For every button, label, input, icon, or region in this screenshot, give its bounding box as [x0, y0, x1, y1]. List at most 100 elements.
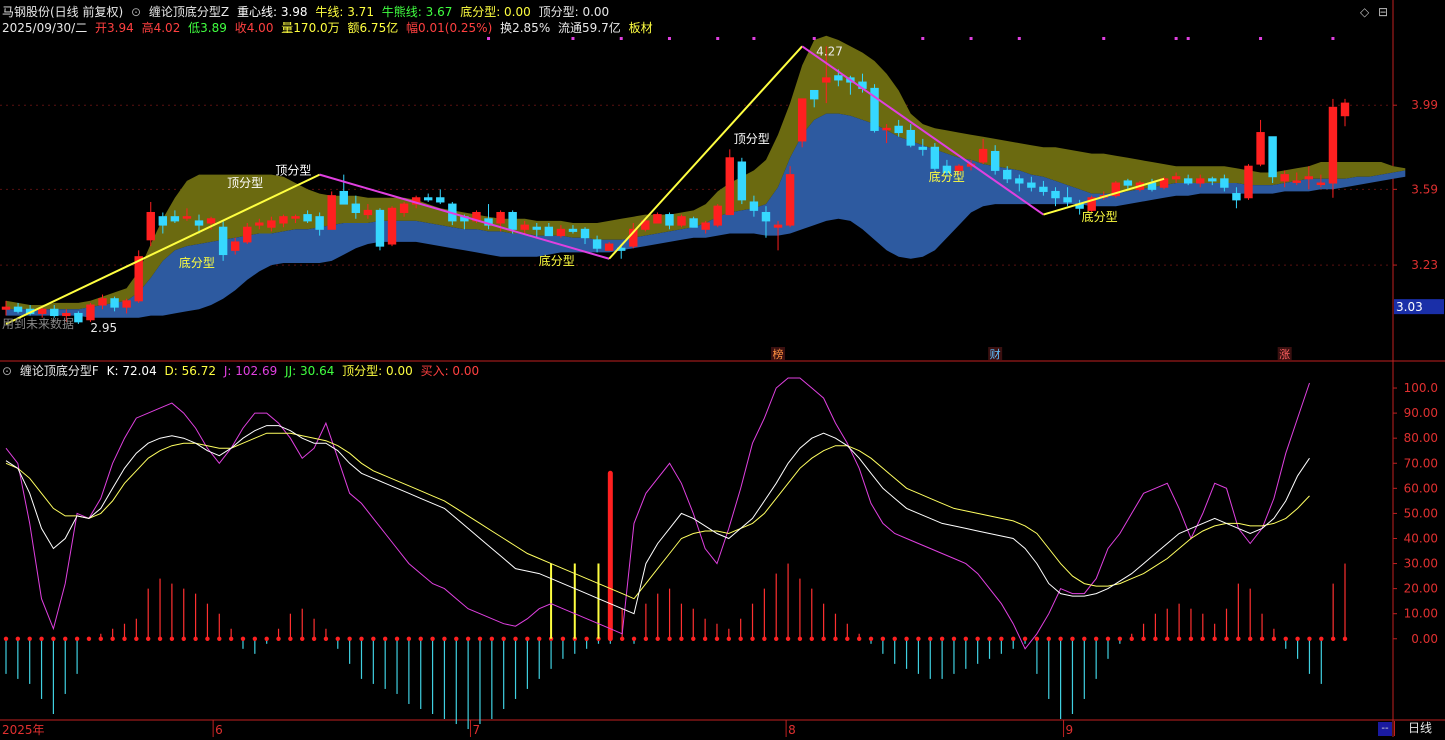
- zero-line-dot: [1224, 636, 1229, 641]
- candle-body: [98, 298, 107, 306]
- candle-body: [1340, 102, 1350, 117]
- collapse-icon[interactable]: ⊟: [1378, 5, 1388, 19]
- zero-line-dot: [513, 636, 518, 641]
- zero-line-dot: [86, 636, 92, 641]
- candle-body: [1328, 106, 1338, 184]
- candle-body: [182, 216, 192, 219]
- candle-body: [665, 214, 674, 226]
- quote-open: 开3.94: [95, 21, 134, 35]
- top-fractal-label: 顶分型: [227, 176, 263, 190]
- candle-body: [1003, 169, 1012, 180]
- candle-body: [568, 228, 578, 232]
- sub-axis-label: 0.00: [1411, 632, 1438, 646]
- candle-body: [1039, 186, 1048, 192]
- quote-volume: 量170.0万: [281, 21, 340, 35]
- quote-date: 2025/09/30/二: [2, 21, 88, 35]
- candle-body: [146, 211, 155, 241]
- candle-body: [1232, 193, 1241, 201]
- zero-line-dot: [560, 636, 566, 641]
- candle-body: [1208, 178, 1217, 182]
- zero-line-dot: [51, 636, 56, 641]
- event-marker: 榜: [773, 347, 784, 361]
- signal-dot: [921, 37, 925, 40]
- zero-line-dot: [1034, 636, 1040, 641]
- zero-line-dot: [833, 636, 838, 641]
- event-marker: 财: [990, 347, 1001, 361]
- zero-line-dot: [1046, 636, 1051, 641]
- zero-line-dot: [1153, 636, 1158, 641]
- top-fractal-value: 顶分型: 0.00: [538, 5, 610, 19]
- time-axis-label: 7: [472, 723, 480, 737]
- candle-body: [544, 226, 554, 237]
- sub-axis-label: 100.0: [1404, 381, 1438, 395]
- indicator-menu-icon[interactable]: ⊙: [131, 5, 141, 19]
- price-axis-label: 3.23: [1411, 258, 1438, 272]
- zero-line-dot: [418, 636, 423, 641]
- sub-axis-label: 50.00: [1404, 506, 1438, 520]
- zero-line-dot: [975, 636, 980, 641]
- candle-body: [267, 220, 276, 228]
- candle-body: [375, 209, 385, 247]
- zero-line-dot: [951, 636, 957, 641]
- zero-line-dot: [631, 636, 637, 641]
- candle-body: [834, 75, 843, 81]
- d-value: D: 56.72: [164, 364, 216, 378]
- sub-indicator-name[interactable]: 缠论顶底分型F: [20, 364, 99, 378]
- sub-indicator-menu-icon[interactable]: ⊙: [2, 364, 12, 378]
- zero-line-dot: [1200, 636, 1206, 641]
- zero-line-dot: [1236, 636, 1241, 641]
- signal-dot: [571, 37, 575, 40]
- candle-body: [122, 300, 131, 308]
- candle-body: [62, 312, 71, 317]
- zero-line-dot: [359, 636, 364, 641]
- zero-line-dot: [63, 636, 68, 641]
- zero-line-dot: [999, 636, 1004, 641]
- candle-body: [1171, 176, 1181, 180]
- zero-line-dot: [785, 636, 791, 641]
- period-dash-button[interactable]: --: [1378, 722, 1392, 736]
- event-marker: 涨: [1279, 348, 1290, 361]
- zero-line-dot: [3, 636, 9, 641]
- candle-body: [1304, 176, 1314, 180]
- bottom-fractal-label: 底分型: [179, 255, 215, 270]
- zero-line-dot: [750, 636, 755, 641]
- zero-line-dot: [157, 636, 163, 641]
- candle-body: [50, 308, 59, 317]
- signal-dot: [812, 37, 816, 40]
- zero-line-dot: [1058, 636, 1063, 641]
- candle-body: [303, 214, 312, 222]
- candle-body: [218, 226, 228, 256]
- period-button[interactable]: 日线: [1394, 721, 1445, 736]
- low-price-label: 2.95: [90, 321, 117, 335]
- candle-body: [822, 77, 831, 83]
- zero-line-dot: [928, 636, 933, 641]
- candle-body: [773, 224, 783, 228]
- zero-line-dot: [1070, 636, 1075, 641]
- candle-body: [496, 211, 505, 224]
- stock-title[interactable]: 马钢股份(日线 前复权): [2, 5, 123, 19]
- candle-body: [243, 226, 252, 243]
- candle-body: [725, 157, 734, 216]
- candle-body: [194, 220, 204, 226]
- zero-line-dot: [904, 636, 909, 641]
- signal-dot: [1017, 37, 1021, 40]
- jj-value: JJ: 30.64: [285, 364, 335, 378]
- zero-line-dot: [335, 636, 340, 641]
- zero-line-dot: [1342, 636, 1348, 641]
- candle-body: [387, 207, 397, 245]
- kline-chart-window: 3.99 3.59 3.23 3.03 4.27 2.95 用到未来数据 顶分型 顶分型 底分型底…: [0, 0, 1445, 737]
- zero-line-dot: [1011, 636, 1016, 641]
- zero-line-dot: [880, 636, 886, 641]
- quote-sector[interactable]: 板材: [629, 21, 653, 35]
- candle-body: [279, 216, 288, 224]
- header-line-1: 马钢股份(日线 前复权) ⊙ 缠论顶底分型Z 重心线: 3.98 牛线: 3.7…: [2, 5, 613, 19]
- zero-line-dot: [1330, 636, 1336, 641]
- zero-line-dot: [762, 636, 767, 641]
- indicator-name[interactable]: 缠论顶底分型Z: [149, 5, 229, 19]
- zero-line-dot: [643, 636, 649, 641]
- zero-line-dot: [27, 636, 32, 641]
- candle-body: [1063, 197, 1072, 203]
- price-axis-label: 3.59: [1411, 182, 1438, 196]
- signal-dot: [1174, 37, 1178, 40]
- diamond-icon[interactable]: ◇: [1360, 5, 1369, 19]
